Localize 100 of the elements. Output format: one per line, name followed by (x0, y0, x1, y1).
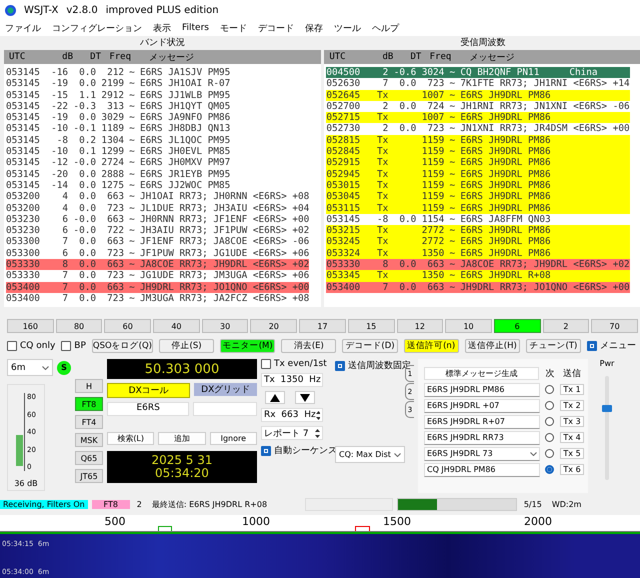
band-button[interactable]: 10 (445, 319, 492, 333)
message-field[interactable]: CQ JH9DRL PM86 (424, 462, 540, 476)
decode-row[interactable]: 053015 Tx 1159 ~ E6RS JH9DRL PM86 (326, 180, 630, 192)
checkbox[interactable] (335, 360, 345, 370)
control-button[interactable]: 送信許可(n) (404, 338, 459, 352)
report-spinbox[interactable]: レポート 7 (261, 426, 323, 440)
decode-row[interactable]: 053200 4 0.0 663 ~ JH1OAI RR73; JH0RNN <E6RS> +08 (6, 191, 310, 203)
radio-button[interactable] (545, 433, 554, 442)
decode-row[interactable]: 053045 Tx 1159 ~ E6RS JH9DRL PM86 (326, 191, 630, 203)
lookup-button[interactable]: Ignore (210, 432, 257, 445)
message-dropdown[interactable]: E6RS JH9DRL 73 (424, 446, 540, 460)
radio-button[interactable] (545, 385, 554, 394)
mode-button[interactable]: FT8 (75, 397, 103, 411)
up-arrow-button[interactable] (265, 391, 285, 404)
checkbox[interactable] (61, 340, 72, 350)
decode-row[interactable]: 053200 4 0.0 723 ~ JL1DUE RR73; JH3AIU <E6RS> +04 (6, 202, 310, 214)
mode-button[interactable]: MSK (75, 433, 103, 447)
menu-item[interactable]: コンフィグレーション (52, 22, 142, 34)
tx-button[interactable]: Tx 6 (560, 464, 584, 475)
decode-row[interactable]: 052915 Tx 1159 ~ E6RS JH9DRL PM86 (326, 157, 630, 169)
band-button[interactable]: 60 (104, 319, 152, 333)
control-button[interactable]: デコード(D) (342, 338, 398, 352)
decode-row[interactable]: 053400 7 0.0 663 ~ JH9DRL RR73; JO1QNO <E6RS> +00 (326, 282, 630, 293)
radio-button[interactable] (545, 465, 554, 474)
decode-row[interactable]: 052700 2 0.0 724 ~ JH1RNI RR73; JN1XNI <E6RS> -06 (326, 100, 630, 112)
menu-item[interactable]: モード (220, 22, 247, 34)
tx-button[interactable]: Tx 3 (560, 416, 584, 427)
tx-button[interactable]: Tx 4 (560, 432, 584, 443)
menu-item[interactable]: 表示 (153, 22, 171, 34)
band-button[interactable]: 17 (299, 319, 346, 333)
control-button[interactable]: 送信停止(H) (464, 338, 520, 352)
radio-button[interactable] (545, 449, 554, 458)
menu-item[interactable]: ファイル (5, 22, 41, 34)
decode-row[interactable]: 053300 7 0.0 663 ~ JF1ENF RR73; JA8COE <E6RS> -06 (6, 236, 310, 248)
band-button[interactable]: 30 (202, 319, 248, 333)
mode-button[interactable]: Q65 (75, 451, 103, 465)
decode-row[interactable]: 053400 7 0.0 663 ~ JH9DRL RR73; JO1QNO <E6RS> +00 (6, 282, 310, 293)
decode-row[interactable]: 053330 8 0.0 663 ~ JA8COE RR73; JH9DRL <E6RS> +02 (326, 259, 630, 270)
menu-item[interactable]: ヘルプ (372, 22, 399, 34)
message-field[interactable]: E6RS JH9DRL +07 (424, 398, 540, 412)
decode-row[interactable]: 052715 Tx 1007 ~ E6RS JH9DRL PM86 (326, 112, 630, 124)
dx-grid-field[interactable] (193, 402, 257, 416)
band-button[interactable]: 15 (348, 319, 394, 333)
menu-item[interactable]: ツール (334, 22, 361, 34)
band-button[interactable]: 6 (494, 319, 541, 333)
control-button[interactable]: チューン(T) (526, 338, 581, 352)
cq-filter-dropdown[interactable]: CQ: Max Dist (335, 446, 405, 463)
control-button[interactable]: QSOをログ(Q) (92, 338, 153, 352)
message-field[interactable]: E6RS JH9DRL PM86 (424, 382, 540, 396)
dx-call-field[interactable]: E6RS (107, 402, 190, 416)
decode-row[interactable]: 052945 Tx 1159 ~ E6RS JH9DRL PM86 (326, 168, 630, 180)
tx-button[interactable]: Tx 2 (560, 400, 584, 411)
decode-row[interactable]: 052630 7 0.0 723 ~ 7K1FTE RR73; JH1RNI <E6RS> +14 (326, 78, 630, 90)
radio-button[interactable] (545, 401, 554, 410)
control-button[interactable]: モニター(M) (220, 338, 276, 352)
decode-row[interactable]: 053230 6 -0.0 722 ~ JH3AIU RR73; JF1PUW <E6RS> +02 (6, 225, 310, 236)
lookup-button[interactable]: 検索(L) (107, 432, 154, 445)
band-button[interactable]: 20 (250, 319, 298, 333)
decode-row[interactable]: 052730 2 0.0 723 ~ JN1XNI RR73; JR4DSM <E6RS> +00 (326, 123, 630, 135)
decode-row[interactable]: 004500 2 -0.6 3024 ~ CQ BH2QNF PN11 China (326, 67, 630, 78)
slider-thumb[interactable] (602, 405, 612, 412)
message-field[interactable]: E6RS JH9DRL RR73 (424, 430, 540, 444)
menu-item[interactable]: デコード (258, 22, 294, 34)
checkbox[interactable] (261, 359, 271, 369)
message-field[interactable]: E6RS JH9DRL R+07 (424, 414, 540, 428)
decode-row[interactable]: 052645 Tx 1007 ~ E6RS JH9DRL PM86 (326, 90, 630, 101)
lookup-button[interactable]: 追加 (158, 432, 206, 445)
generate-messages-button[interactable]: 標準メッセージ生成 (424, 367, 540, 380)
rx-frequency-spinbox[interactable]: Rx 663 Hz (261, 408, 323, 422)
menu-item[interactable]: 保存 (304, 22, 323, 34)
control-button[interactable]: 停止(S) (159, 338, 214, 352)
decode-row[interactable]: 053230 6 -0.0 663 ~ JH0RNN RR73; JF1ENF <E6RS> +00 (6, 214, 310, 226)
radio-button[interactable] (545, 417, 554, 426)
decode-row[interactable]: 053330 8 0.0 663 ~ JA8COE RR73; JH9DRL <E6RS> +02 (6, 259, 310, 270)
band-button[interactable]: 80 (56, 319, 102, 333)
tx-button[interactable]: Tx 5 (560, 448, 584, 459)
decode-row[interactable]: 053400 7 0.0 723 ~ JM3UGA RR73; JA2FCZ <E6RS> +08 (6, 292, 310, 304)
band-button[interactable]: 70 (591, 319, 638, 333)
decode-row[interactable]: 053345 Tx 1350 ~ E6RS JH9DRL R+08 (326, 270, 630, 282)
decode-row[interactable]: 053215 Tx 2772 ~ E6RS JH9DRL PM86 (326, 225, 630, 236)
decode-row[interactable]: 053324 Tx 1350 ~ E6RS JH9DRL PM86 (326, 248, 630, 260)
tx-frequency-spinbox[interactable]: Tx 1350 Hz (261, 373, 323, 387)
decode-row[interactable]: 053300 6 0.0 723 ~ JF1PUW RR73; JG1UDE <E6RS> +06 (6, 248, 310, 260)
mode-button[interactable]: FT4 (75, 415, 103, 429)
band-dropdown[interactable]: 6m (7, 359, 53, 376)
decode-row[interactable]: 053115 Tx 1159 ~ E6RS JH9DRL PM86 (326, 202, 630, 214)
decode-row[interactable]: 053330 7 0.0 723 ~ JG1UDE RR73; JM3UGA <E6RS> +06 (6, 270, 310, 282)
band-button[interactable]: 40 (153, 319, 200, 333)
band-button[interactable]: 160 (7, 319, 54, 333)
decode-row[interactable]: 052845 Tx 1159 ~ E6RS JH9DRL PM86 (326, 146, 630, 158)
control-button[interactable]: 消去(E) (281, 338, 336, 352)
mode-button[interactable]: H (75, 379, 103, 393)
mode-button[interactable]: JT65 (75, 469, 103, 483)
band-button[interactable]: 2 (542, 319, 590, 333)
checkbox[interactable] (586, 340, 597, 350)
band-button[interactable]: 12 (396, 319, 444, 333)
menu-item[interactable]: Filters (182, 23, 209, 33)
decode-row[interactable]: 053245 Tx 2772 ~ E6RS JH9DRL PM86 (326, 236, 630, 248)
decode-row[interactable]: 052815 Tx 1159 ~ E6RS JH9DRL PM86 (326, 134, 630, 146)
down-arrow-button[interactable] (295, 391, 315, 404)
